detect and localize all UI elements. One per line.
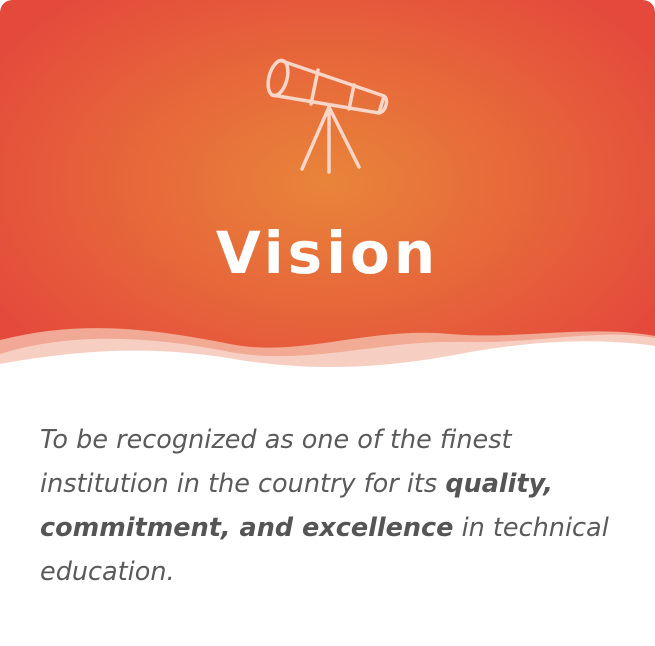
vision-card: Vision To be recognized as one of the fi…: [0, 0, 655, 646]
wave-divider: [0, 328, 655, 388]
vision-title: Vision: [215, 219, 440, 287]
vision-statement: To be recognized as one of the finest in…: [40, 425, 609, 587]
telescope-icon: [266, 58, 389, 174]
